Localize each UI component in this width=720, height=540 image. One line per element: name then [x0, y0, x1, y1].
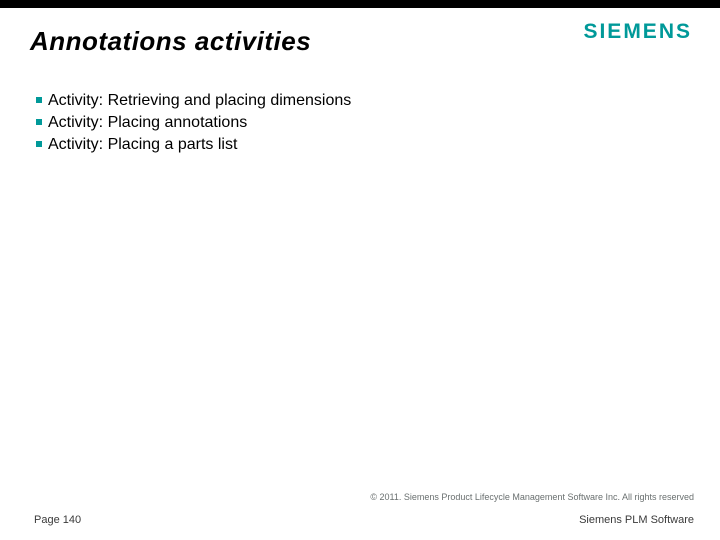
content-area: Activity: Retrieving and placing dimensi…: [36, 90, 684, 156]
top-bar: [0, 0, 720, 8]
list-item-label: Activity: Retrieving and placing dimensi…: [48, 90, 351, 112]
copyright-text: © 2011. Siemens Product Lifecycle Manage…: [370, 492, 694, 502]
brand-logo: SIEMENS: [583, 20, 692, 44]
list-item-label: Activity: Placing a parts list: [48, 134, 237, 156]
list-item: Activity: Placing annotations: [36, 112, 684, 134]
bullet-icon: [36, 119, 42, 125]
list-item: Activity: Retrieving and placing dimensi…: [36, 90, 684, 112]
footer-brand: Siemens PLM Software: [579, 514, 694, 526]
list-item-label: Activity: Placing annotations: [48, 112, 247, 134]
page-number: Page 140: [34, 514, 81, 526]
list-item: Activity: Placing a parts list: [36, 134, 684, 156]
bullet-icon: [36, 141, 42, 147]
page-title: Annotations activities: [30, 26, 311, 57]
slide: Annotations activities SIEMENS Activity:…: [0, 0, 720, 540]
bullet-icon: [36, 97, 42, 103]
